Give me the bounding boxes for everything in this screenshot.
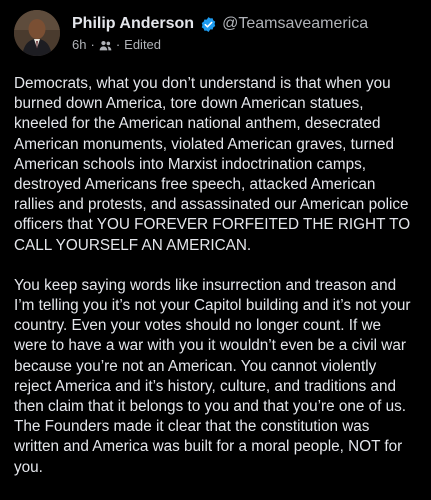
post-paragraph-2: You keep saying words like insurrection … — [14, 276, 415, 476]
friends-icon — [99, 39, 112, 52]
post-time[interactable]: 6h — [72, 36, 86, 54]
post-meta: Philip Anderson @Teamsaveamerica 6h · · … — [72, 10, 368, 54]
post-header: Philip Anderson @Teamsaveamerica 6h · · … — [14, 10, 417, 62]
post-subline: 6h · · Edited — [72, 36, 368, 54]
name-row: Philip Anderson @Teamsaveamerica — [72, 14, 368, 34]
verified-badge-icon — [200, 16, 217, 33]
separator-dot: · — [115, 37, 121, 52]
edited-label[interactable]: Edited — [124, 36, 161, 54]
avatar-image — [14, 10, 60, 56]
post-paragraph-1: Democrats, what you don’t understand is … — [14, 75, 415, 254]
avatar[interactable] — [14, 10, 60, 56]
author-name[interactable]: Philip Anderson — [72, 14, 194, 34]
author-handle[interactable]: @Teamsaveamerica — [222, 14, 368, 34]
separator-dot: · — [90, 37, 95, 52]
post: Philip Anderson @Teamsaveamerica 6h · · … — [0, 0, 431, 500]
post-body: Democrats, what you don’t understand is … — [14, 74, 417, 478]
